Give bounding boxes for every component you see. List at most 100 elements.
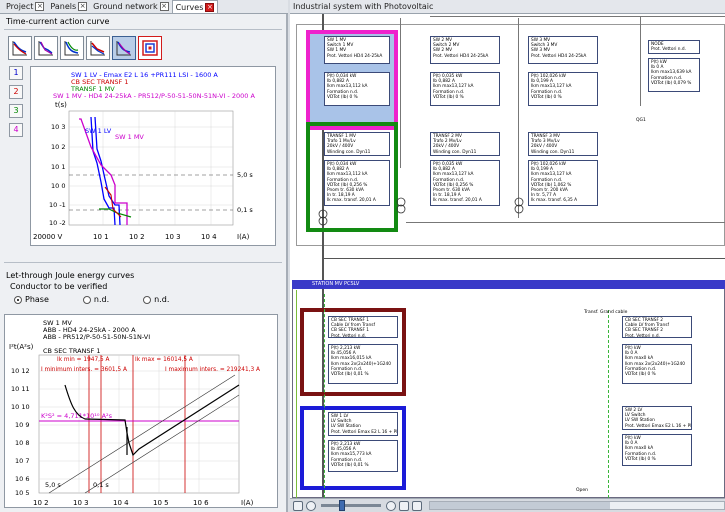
- curve-button-4[interactable]: 4: [9, 123, 23, 137]
- energy-curve: [64, 384, 240, 457]
- y-tick: 10 3: [51, 123, 65, 131]
- radio-dot[interactable]: [143, 295, 152, 304]
- y-tick: 10 10: [11, 403, 30, 411]
- curve-button-2[interactable]: 2: [9, 85, 23, 99]
- box-sw1-mv-data[interactable]: P(t) 0,034 kW Ib 0,882 A Ikm max13,112 k…: [324, 72, 390, 106]
- ref-label-5s: 5,0 s: [237, 171, 253, 179]
- tab-project[interactable]: Project ×: [3, 0, 47, 13]
- diag-line-01s: [84, 394, 240, 494]
- label-i-min-inters: I minimum inters. = 3601,5 A: [41, 367, 127, 373]
- y-tick: 10 6: [15, 475, 29, 483]
- y-tick: 10 12: [11, 367, 30, 375]
- box-transf1[interactable]: TRANSF 1 MV Trafo 1 Mv/Lv 20kV / 400V Wi…: [324, 132, 390, 156]
- tab-ground-network[interactable]: Ground network ×: [90, 0, 171, 13]
- zoom-slider-thumb[interactable]: [339, 500, 345, 511]
- curve-type-2-icon[interactable]: [34, 36, 58, 60]
- curve-type-5-icon[interactable]: [112, 36, 136, 60]
- zoom-in-button[interactable]: [386, 500, 396, 511]
- middle-bus: [406, 222, 725, 223]
- grid: [39, 355, 239, 493]
- label-qg1: QG1: [636, 118, 646, 123]
- close-icon[interactable]: ×: [78, 2, 88, 11]
- station-line-1: [324, 294, 325, 498]
- x-tick: 10 4: [201, 233, 217, 241]
- y-tick: 10 8: [15, 439, 29, 447]
- horizontal-scrollbar[interactable]: [429, 501, 725, 510]
- x-tick: 20000 V: [33, 233, 62, 241]
- transformer-symbol-icon: [396, 197, 406, 214]
- zoom-out-button[interactable]: [306, 500, 316, 511]
- divider: [4, 29, 282, 30]
- x-tick: 10 3: [165, 233, 181, 241]
- close-icon[interactable]: ×: [159, 2, 169, 11]
- box-sw3-mv-data[interactable]: P(t) 102,026 kW Ib 0,199 A Ikm max13,127…: [528, 72, 598, 106]
- page-button[interactable]: [412, 500, 422, 511]
- ref-label-01s: 0,1 s: [237, 206, 253, 214]
- box-node-data[interactable]: P(t) kW Ib 0 A Ikm max13,639 kA Formatio…: [648, 58, 700, 92]
- curve-type-4-icon[interactable]: [86, 36, 110, 60]
- feeder-line-3: [518, 18, 519, 218]
- time-current-chart[interactable]: SW 1 LV - Emax E2 L 16 +PR111 LSI - 1600…: [30, 66, 276, 246]
- y-tick: 10 0: [51, 182, 65, 190]
- close-icon[interactable]: ×: [205, 2, 215, 12]
- radio-dot[interactable]: [14, 295, 22, 304]
- box-sw2-mv[interactable]: SW 2 MV Switch 2 MV SW 2 MV Prot. Vettor…: [430, 36, 500, 64]
- box-cb-sec-transf1[interactable]: CB SEC TRANSF 1 Cable LV from Transf CB …: [328, 316, 398, 338]
- x-axis-label: I(A): [237, 233, 250, 241]
- single-line-diagram[interactable]: SW 1 MV Switch 1 MV SW 1 MV Prot. Vettor…: [290, 14, 725, 498]
- box-transf3[interactable]: TRANSF 3 MV Trafo 3 Mv/Lv 20kV / 400V Wi…: [528, 132, 598, 156]
- curve-button-1[interactable]: 1: [9, 66, 23, 80]
- radio-phase[interactable]: Phase: [14, 295, 49, 304]
- label-open: Open: [576, 488, 589, 493]
- box-sw3-mv[interactable]: SW 3 MV Switch 3 MV SW 3 MV Prot. Vettor…: [528, 36, 598, 64]
- station-header[interactable]: STATION MV PCSLV: [292, 280, 725, 289]
- box-node[interactable]: NODE Prot. Vettori n.d.: [648, 40, 700, 54]
- let-through-svg: SW 1 MV ABB - HD4 24-25kA - 2000 A ABB -…: [9, 319, 260, 507]
- box-transf3-data[interactable]: P(t) 102,026 kW Ib 0,199 A Ikm max13,127…: [528, 160, 598, 206]
- box-sw2-lv[interactable]: SW 2 LV LV Switch LV SW Station Prot. Ve…: [622, 406, 692, 430]
- radio-pe[interactable]: n.d.: [143, 295, 169, 304]
- curve-button-3[interactable]: 3: [9, 104, 23, 118]
- zoom-slider[interactable]: [321, 500, 381, 511]
- energy-curve-icon[interactable]: [138, 36, 162, 60]
- label-ik-min: Ik min = 1947,5 A: [57, 357, 110, 363]
- conductor-group: Conductor to be verified Phase n.d. n.d.: [10, 282, 276, 304]
- box-sw1-lv[interactable]: SW 1 LV LV Switch LV SW Station Prot. Ve…: [328, 412, 398, 436]
- zoom-fit-button[interactable]: [293, 500, 303, 511]
- scrollbar-thumb[interactable]: [430, 502, 610, 509]
- y-tick: 10 7: [15, 457, 29, 465]
- y-tick: 10 5: [15, 489, 29, 497]
- box-transf2-data[interactable]: P(t) 0,035 kW Ib 0,882 A Ikm max13,127 k…: [430, 160, 500, 206]
- divider: [4, 262, 282, 263]
- canvas-statusbar: [290, 498, 725, 512]
- box-sw1-lv-data[interactable]: P(t) 2,213 kW Ib 45,056 A Ikm max15,773 …: [328, 440, 398, 472]
- view-button[interactable]: [399, 500, 409, 511]
- box-cb-sec-transf2[interactable]: CB SEC TRANSF 2 Cable LV from Transf CB …: [622, 316, 692, 338]
- station-line-2: [608, 310, 609, 498]
- box-transf1-data[interactable]: P(t) 0,034 kW Ib 0,882 A Ikm max13,112 k…: [324, 160, 390, 206]
- legend-line: CB SEC TRANSF 1: [43, 347, 101, 355]
- y-tick: 10 2: [51, 143, 65, 151]
- curve-type-3-icon[interactable]: [60, 36, 84, 60]
- box-transf2[interactable]: TRANSF 2 MV Trafo 2 Mv/Lv 20kV / 400V Wi…: [430, 132, 500, 156]
- radio-neutral[interactable]: n.d.: [82, 295, 109, 304]
- box-cb-sec-transf2-data[interactable]: P(t) kW Ib 0 A Ikm max0 kA Ikm max 2x(2x…: [622, 344, 692, 384]
- transformer-symbol-icon: [318, 209, 328, 226]
- curve-type-1-icon[interactable]: [8, 36, 32, 60]
- box-sw2-lv-data[interactable]: P(t) kW Ib 0 A Ikm max0 kA Formation n.d…: [622, 434, 692, 466]
- label-ik-max: Ik max = 16014,5 A: [135, 357, 193, 363]
- tab-curves[interactable]: Curves ×: [171, 0, 219, 13]
- box-cb-sec-transf1-data[interactable]: P(t) 2,213 kW Ib 45,056 A Ikm max16,015 …: [328, 344, 398, 384]
- close-icon[interactable]: ×: [35, 2, 45, 11]
- tab-panels[interactable]: Panels ×: [47, 0, 90, 13]
- box-sw2-mv-data[interactable]: P(t) 0,035 kW Ib 0,882 A Ikm max13,127 k…: [430, 72, 500, 106]
- time-current-svg: SW 1 LV - Emax E2 L 16 +PR111 LSI - 1600…: [33, 71, 255, 241]
- x-tick: 10 6: [193, 499, 209, 507]
- label-transf-cable-1: Transf. Grand cable: [584, 310, 628, 315]
- box-sw1-mv[interactable]: SW 1 MV Switch 1 MV SW 1 MV Prot. Vettor…: [324, 36, 390, 64]
- curve-toolbar: [8, 36, 162, 60]
- y-tick: 10 -1: [49, 201, 66, 209]
- let-through-chart[interactable]: SW 1 MV ABB - HD4 24-25kA - 2000 A ABB -…: [4, 314, 278, 508]
- radio-dot[interactable]: [82, 295, 91, 304]
- link-bus: [322, 258, 725, 259]
